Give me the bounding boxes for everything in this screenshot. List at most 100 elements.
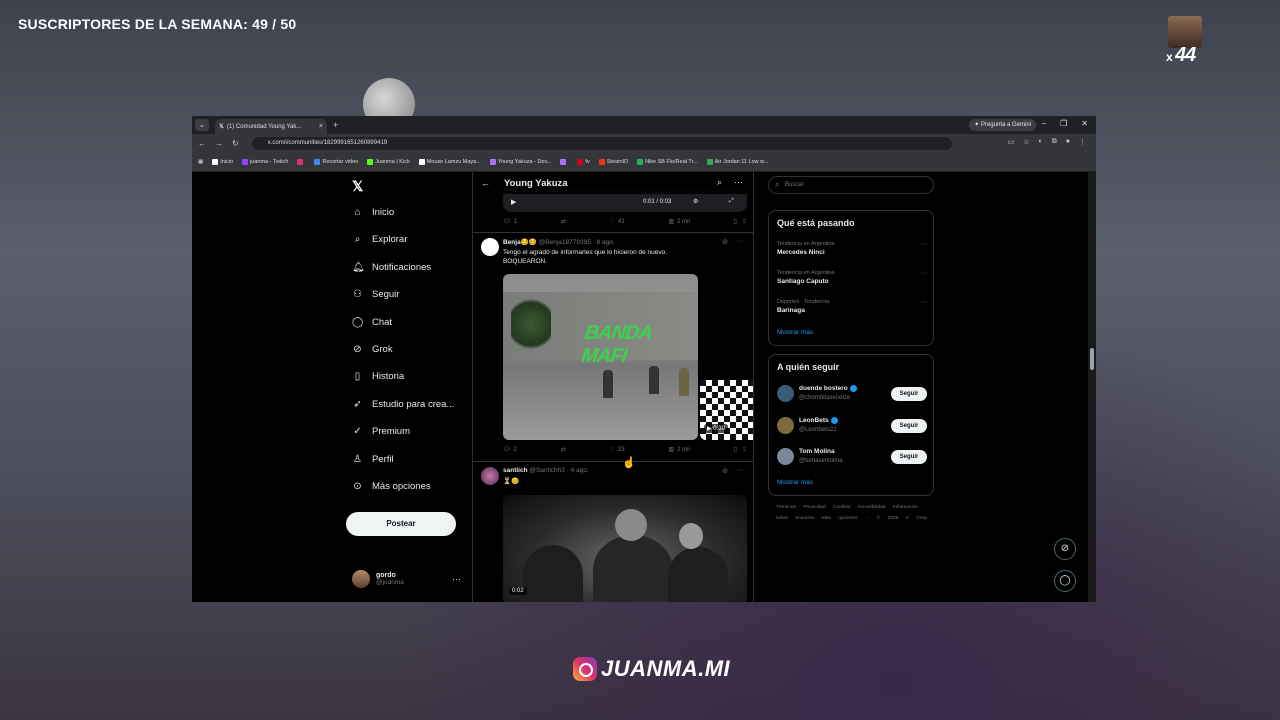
bookmark-icon[interactable]: ▯ ⇪ xyxy=(734,218,747,225)
retweet-icon[interactable]: ⇄ xyxy=(561,218,566,225)
bookmark-item[interactable]: Nike SB Flo/Real Tr... xyxy=(637,159,698,165)
back-icon[interactable]: ← xyxy=(198,139,206,148)
nav-item-chat[interactable]: ◯ Chat xyxy=(352,317,392,328)
apps-icon[interactable]: ▦ xyxy=(198,159,203,165)
play-icon[interactable]: ▶ xyxy=(511,198,516,206)
extension-icon[interactable]: ◐ xyxy=(1039,138,1043,146)
follow-suggestion[interactable]: LeonBets @Leonbets22 Seguir xyxy=(777,415,927,437)
tweet-header: santiich @Santichh3 · 4 ago. xyxy=(503,467,589,474)
tab-community[interactable]: 𝕏 (1) Comunidad Young Yak... × xyxy=(215,119,327,134)
gemini-button[interactable]: ✦ Pregunta a Gemini xyxy=(969,119,1036,131)
footer-links[interactable]: Términos Privacidad Cookies Accesibilida… xyxy=(776,502,936,524)
nav-item-premium[interactable]: ✓ Premium xyxy=(352,426,410,437)
bookmark-item[interactable]: Juanma | Kick xyxy=(367,159,410,165)
more-icon[interactable]: ··· xyxy=(920,241,927,248)
nav-item-perfil[interactable]: ♙ Perfil xyxy=(352,454,394,465)
fullscreen-icon[interactable]: ⤢ xyxy=(729,198,734,205)
bookmark-label: Young Yakuza - Dov... xyxy=(497,159,552,165)
more-icon[interactable]: ··· xyxy=(452,574,461,584)
trends-show-more-link[interactable]: Mostrar más xyxy=(777,329,813,336)
tweet-image[interactable]: BANDA MAFI xyxy=(503,274,698,440)
reply-button[interactable]: 💬︎ 2 xyxy=(503,446,517,454)
tweet-video[interactable]: ▶ 0:30 xyxy=(700,274,753,440)
tab-close-button[interactable]: × xyxy=(319,123,323,130)
nav-item-label: Notificaciones xyxy=(372,261,432,273)
bookmark-item[interactable] xyxy=(560,159,568,165)
forward-icon[interactable]: → xyxy=(215,139,223,148)
bookmark-item[interactable]: fv xyxy=(577,159,590,165)
search-input[interactable]: Buscar xyxy=(768,176,934,194)
nav-item-grok[interactable]: ⊘ Grok xyxy=(352,344,392,355)
nav-item-explorar[interactable]: ⌕ Explorar xyxy=(352,234,408,245)
menu-icon[interactable]: ⋮ xyxy=(1079,138,1086,146)
restore-icon[interactable]: ❐ xyxy=(1060,119,1067,128)
settings-icon[interactable]: ⚙ xyxy=(693,198,698,205)
x-logo-icon[interactable]: 𝕏 xyxy=(352,178,363,195)
grok-icon[interactable]: ⊘ xyxy=(722,238,728,246)
nav-item-notificaciones[interactable]: 🔔︎ Notificaciones xyxy=(352,262,431,273)
follow-show-more-link[interactable]: Mostrar más xyxy=(777,479,813,486)
url-field[interactable]: x.com/i/communities/1829991651260899419 xyxy=(251,137,952,150)
profile-icon[interactable]: ● xyxy=(1066,138,1070,146)
follow-button[interactable]: Seguir xyxy=(891,450,927,464)
nav-item-estudio[interactable]: ➶ Estudio para crea... xyxy=(352,399,454,410)
x-logo-icon: 𝕏 xyxy=(219,124,224,130)
nav-item-seguir[interactable]: ⚇ Seguir xyxy=(352,289,399,300)
views-button[interactable]: ▥ 2 mil xyxy=(668,446,689,454)
nav-item-label: Historia xyxy=(372,371,405,383)
like-button[interactable]: ♡ 41 xyxy=(610,218,625,226)
bookmark-item[interactable]: Inicio xyxy=(212,159,233,165)
more-icon[interactable]: ··· xyxy=(734,177,743,188)
follow-button[interactable]: Seguir xyxy=(891,418,927,433)
trend-item[interactable]: Tendencia en Argentina Santiago Caputo ··· xyxy=(777,270,927,285)
minimize-icon[interactable]: – xyxy=(1042,119,1046,128)
bookmark-icon[interactable]: ▯ ⇪ xyxy=(734,446,747,453)
more-icon[interactable]: ··· xyxy=(920,299,927,306)
retweet-icon[interactable]: ⇄ xyxy=(561,446,566,453)
grok-icon[interactable]: ⊘ xyxy=(722,467,728,475)
tweet[interactable]: santiich @Santichh3 · 4 ago. ⊘ ··· ⏳😊 0:0… xyxy=(473,463,753,602)
more-icon[interactable]: ··· xyxy=(920,270,927,277)
suggestion-handle: @Leonbets22 xyxy=(799,426,837,433)
bookmark-item[interactable]: SteamID xyxy=(598,159,628,165)
more-icon[interactable]: ··· xyxy=(736,238,743,246)
nav-item-más[interactable]: ⊙ Más opciones xyxy=(352,481,430,492)
tweet-video[interactable]: 0:02 xyxy=(503,495,747,602)
bookmark-item[interactable]: juanma - Twitch xyxy=(242,159,288,165)
cast-icon[interactable]: ▭ xyxy=(1008,138,1015,146)
reply-button[interactable]: 💬︎ 1 xyxy=(503,218,517,226)
tweet[interactable]: Benja😏😊 @Benja18779395 · 8 ago. ⊘ ··· Ten… xyxy=(473,234,753,460)
more-icon[interactable]: ··· xyxy=(736,467,743,475)
tab-search-button[interactable]: ⌄ xyxy=(195,119,209,131)
nav-item-historia[interactable]: ▯ Historia xyxy=(352,371,404,382)
bookmark-favicon-icon xyxy=(418,159,425,165)
star-icon[interactable]: ☆ xyxy=(1023,138,1029,146)
scrollbar-thumb[interactable] xyxy=(1090,348,1094,370)
brand-name: JUANMA.MI xyxy=(601,656,731,681)
views-button[interactable]: ▥ 2 mil xyxy=(668,218,689,226)
bookmark-item[interactable] xyxy=(297,159,305,165)
reload-icon[interactable]: ↻ xyxy=(232,139,239,148)
bookmark-item[interactable]: Mouse Lamzu Maya... xyxy=(418,159,481,165)
follow-button[interactable]: Seguir xyxy=(891,387,927,401)
new-tab-button[interactable]: + xyxy=(333,120,338,130)
puzzle-icon[interactable]: ⧉ xyxy=(1052,138,1057,146)
bookmark-item[interactable]: Recortar video xyxy=(314,159,358,165)
grok-fab-icon[interactable]: ⊘ xyxy=(1054,538,1076,560)
follow-suggestion[interactable]: Tom Molina @tomasemolina Seguir xyxy=(777,446,927,468)
trend-item[interactable]: Tendencia en Argentina Mercedes Ninci ··· xyxy=(777,241,927,256)
back-arrow-icon[interactable]: ← xyxy=(481,178,490,188)
like-button[interactable]: ♡ 23 xyxy=(610,446,625,454)
bookmark-item[interactable]: Air Jordan 11 Low w... xyxy=(706,159,768,165)
nav-item-inicio[interactable]: ⌂ Inicio xyxy=(352,207,394,218)
account-switcher[interactable]: gordo @juanma ··· xyxy=(352,570,461,588)
bookmark-item[interactable]: Young Yakuza - Dov... xyxy=(489,159,552,165)
follow-suggestion[interactable]: duende bostero @chombitaxeneize Seguir xyxy=(777,383,927,405)
messages-fab-icon[interactable]: ◯ xyxy=(1054,570,1076,592)
post-button[interactable]: Postear xyxy=(346,512,456,536)
search-icon[interactable]: ⌕ xyxy=(717,177,722,188)
scrollbar[interactable] xyxy=(1088,172,1096,602)
close-icon[interactable]: ✕ xyxy=(1081,119,1088,128)
trend-item[interactable]: Deportes · Tendencia Barinaga ··· xyxy=(777,299,927,314)
suggestion-name: LeonBets xyxy=(799,416,838,424)
